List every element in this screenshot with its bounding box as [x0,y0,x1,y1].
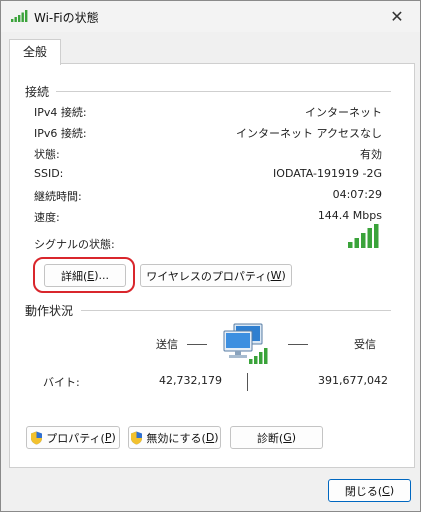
disable-button[interactable]: 無効にする(D) [128,426,221,449]
received-label: 受信 [354,338,376,351]
connection-section-header: 接続 [25,85,50,99]
sent-bytes-value: 42,732,179 [159,374,222,387]
ipv4-label: IPv4 接続: [34,106,87,119]
sent-label: 送信 [156,338,178,351]
signal-quality-label: シグナルの状態: [34,238,115,251]
wireless-properties-button[interactable]: ワイヤレスのプロパティ(W) [140,264,292,287]
activity-divider [81,310,391,311]
wifi-signal-icon [11,10,28,22]
uac-shield-icon [31,431,43,444]
speed-label: 速度: [34,211,60,224]
ssid-value: IODATA-191919 -2G [273,167,382,180]
duration-value: 04:07:29 [332,188,382,201]
window-close-button[interactable]: ✕ [374,1,420,32]
ssid-label: SSID: [34,167,64,180]
duration-label: 継続時間: [34,190,82,203]
close-icon: ✕ [390,7,404,26]
sent-line [187,344,207,345]
close-button[interactable]: 閉じる(C) [328,479,411,502]
details-button[interactable]: 詳細(E)... [44,264,126,287]
bytes-separator [247,373,248,391]
tab-general[interactable]: 全般 [9,39,61,65]
speed-value: 144.4 Mbps [317,209,382,222]
network-computers-icon [223,323,268,364]
signal-strength-icon [348,224,379,248]
received-line [288,344,308,345]
ipv4-value: インターネット [305,106,382,119]
media-state-label: 状態: [34,148,60,161]
connection-divider [56,91,391,92]
activity-section-header: 動作状況 [25,304,74,318]
title-bar: Wi-Fiの状態 ✕ [1,1,420,32]
media-state-value: 有効 [360,148,382,161]
ipv6-label: IPv6 接続: [34,127,87,140]
received-bytes-value: 391,677,042 [318,374,388,387]
wifi-status-window: Wi-Fiの状態 ✕ 全般 接続 IPv4 接続: インターネット IPv6 接… [0,0,421,512]
bytes-label: バイト: [43,376,80,389]
properties-button[interactable]: プロパティ(P) [26,426,120,449]
diagnose-button[interactable]: 診断(G) [230,426,323,449]
window-title: Wi-Fiの状態 [34,11,99,25]
ipv6-value: インターネット アクセスなし [236,127,382,140]
uac-shield-icon [131,431,143,444]
